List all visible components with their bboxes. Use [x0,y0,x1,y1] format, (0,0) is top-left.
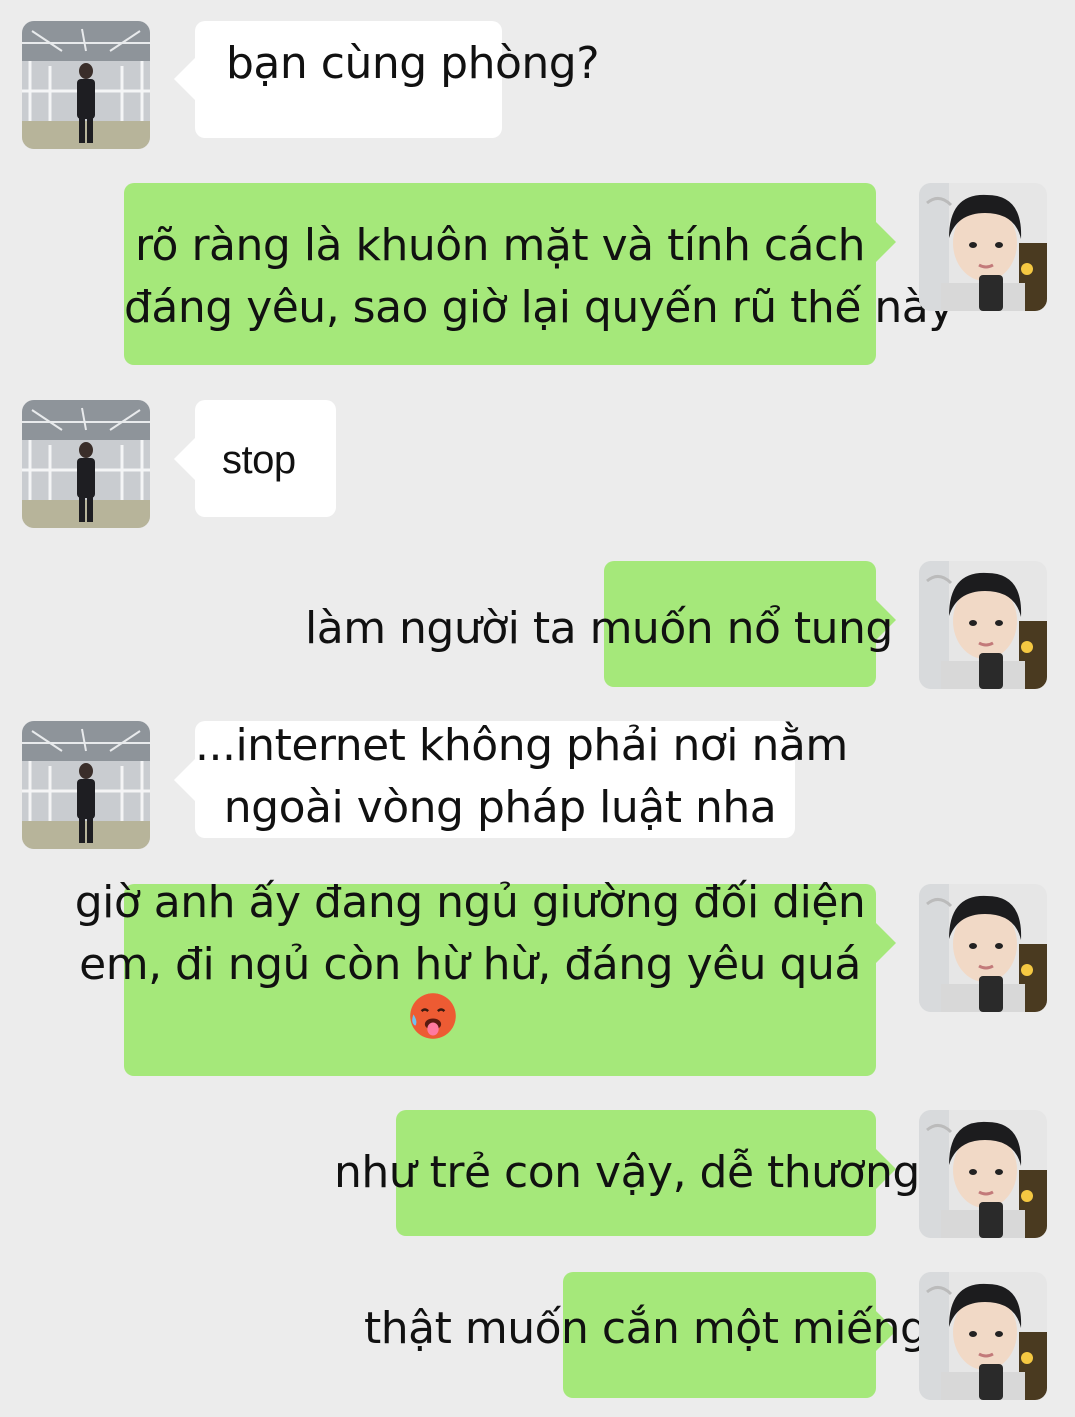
message-text: em, đi ngủ còn hừ hừ, đáng yêu quá [79,939,861,990]
bubble-tail [174,57,196,101]
selfie-avatar[interactable] [919,1272,1047,1400]
hot-face-emoji [407,990,459,1042]
message-text: đáng yêu, sao giờ lại quyến rũ thế này [124,282,954,333]
message-text: như trẻ con vậy, dễ thương [334,1147,920,1198]
bubble-tail [874,220,896,264]
message-text: làm người ta muốn nổ tung [305,603,893,654]
message-text: thật muốn cắn một miếng [364,1303,928,1354]
message-text: giờ anh ấy đang ngủ giường đối diện [74,877,866,928]
standing-person-avatar[interactable] [22,400,150,528]
message-text: stop [222,438,296,482]
message-text: rõ ràng là khuôn mặt và tính cách [134,220,866,271]
message-text: bạn cùng phòng? [226,38,600,89]
selfie-avatar[interactable] [919,183,1047,311]
message-text: ...internet không phải nơi nằm [195,720,848,771]
bubble-tail [874,921,896,965]
selfie-avatar[interactable] [919,1110,1047,1238]
selfie-avatar[interactable] [919,561,1047,689]
standing-person-avatar[interactable] [22,21,150,149]
standing-person-avatar[interactable] [22,721,150,849]
message-text: ngoài vòng pháp luật nha [223,782,777,833]
selfie-avatar[interactable] [919,884,1047,1012]
bubble-tail [174,758,196,802]
bubble-tail [174,437,196,481]
